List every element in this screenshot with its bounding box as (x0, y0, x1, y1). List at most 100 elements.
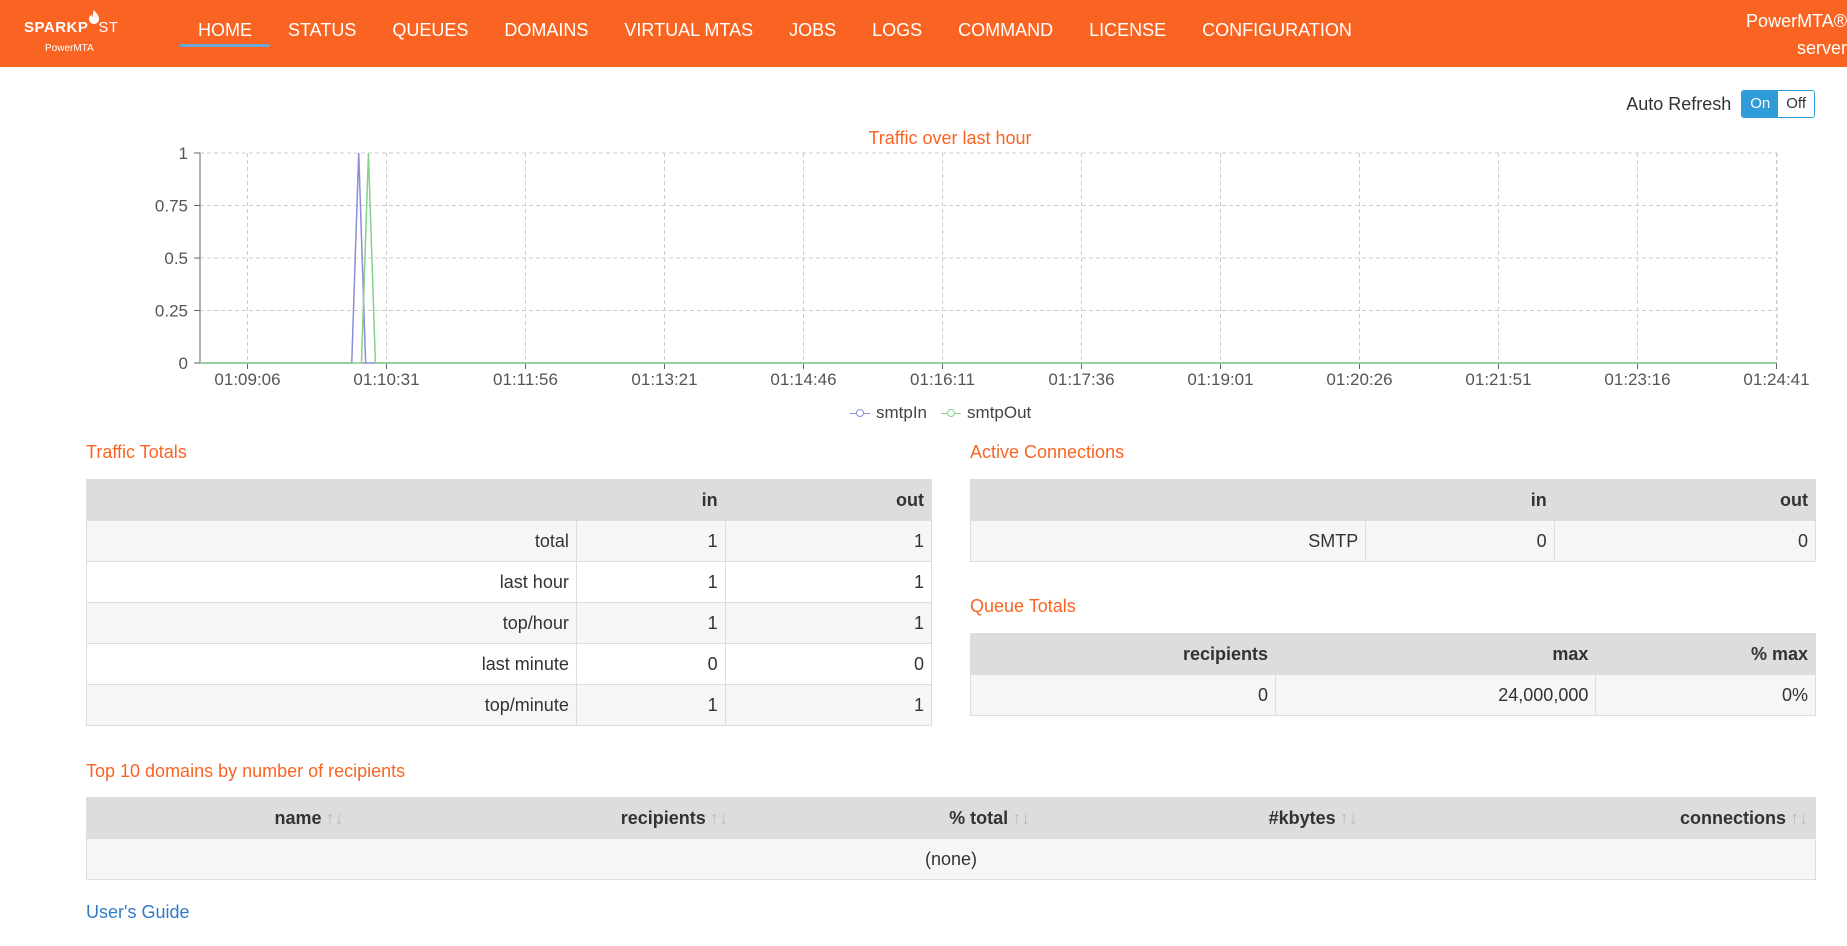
table-cell: top/minute (86, 684, 577, 726)
sort-icon[interactable]: ↑↓ (1790, 808, 1808, 828)
column-header-label: in (701, 489, 718, 510)
queue-totals-title: Queue Totals (970, 596, 1076, 616)
table-cell: 0% (1595, 674, 1816, 716)
table-row: 0 24,000,000 0% (970, 674, 1816, 716)
x-tick-label: 01:20:26 (1326, 370, 1392, 389)
product-name: PowerMTA® (1746, 11, 1847, 31)
table-cell: 0 (1553, 520, 1817, 562)
column-header: in (1365, 479, 1555, 521)
column-header[interactable]: connections ↑↓ (1364, 797, 1817, 839)
server-name: server (1796, 38, 1847, 58)
x-tick-label: 01:24:41 (1743, 370, 1809, 389)
top-domains-title: Top 10 domains by number of recipients (86, 761, 406, 781)
x-tick-label: 01:09:06 (214, 370, 280, 389)
column-header-label: % total (949, 807, 1009, 828)
nav-item-virtual-mtas[interactable]: VIRTUAL MTAS (606, 0, 771, 67)
column-header-label: out (896, 489, 924, 510)
table-cell: 0 (724, 643, 933, 685)
legend-item-smtpIn[interactable]: smtpIn (850, 403, 927, 423)
sort-icon[interactable]: ↑↓ (326, 808, 344, 828)
x-tick-label: 01:19:01 (1187, 370, 1253, 389)
table-cell: 1 (724, 684, 933, 726)
legend-item-smtpOut[interactable]: smtpOut (941, 403, 1031, 423)
auto-refresh-off-button[interactable]: Off (1778, 91, 1814, 117)
legend-swatch-icon (850, 408, 870, 418)
logo-wordmark: SPARKP ST (24, 19, 119, 36)
column-header: out (1553, 479, 1817, 521)
nav-item-logs[interactable]: LOGS (854, 0, 940, 67)
empty-message: (none) (86, 838, 1816, 880)
x-tick-label: 01:23:16 (1604, 370, 1670, 389)
column-header-label: % max (1750, 643, 1808, 664)
table-cell: 1 (575, 684, 726, 726)
main-nav: HOME STATUS QUEUES DOMAINS VIRTUAL MTAS JOBS L… (180, 0, 1370, 67)
column-header[interactable]: name ↑↓ (86, 797, 352, 839)
traffic-chart-plot: 00.250.50.75101:09:06 01:10:31 01:11:56 01:… (155, 144, 1810, 389)
nav-item-status[interactable]: STATUS (270, 0, 374, 67)
sort-icon[interactable]: ↑↓ (710, 808, 728, 828)
users-guide-link[interactable]: User's Guide (86, 902, 189, 923)
column-header: out (724, 479, 933, 521)
column-header (86, 479, 577, 521)
nav-item-configuration[interactable]: CONFIGURATION (1184, 0, 1370, 67)
sort-icon[interactable]: ↑↓ (1340, 808, 1358, 828)
table-cell: last minute (86, 643, 577, 685)
table-row: (none) (86, 838, 1816, 880)
server-info: PowerMTA® server (1746, 8, 1847, 62)
top-domains-table: name ↑↓ recipients ↑↓% total ↑↓ #kbytes ↑↓ conn… (86, 797, 1817, 880)
column-header[interactable]: recipients ↑↓ (350, 797, 736, 839)
y-tick-label: 0.75 (155, 197, 188, 216)
column-header (969, 479, 1367, 521)
x-tick-label: 01:17:36 (1048, 370, 1114, 389)
x-tick-label: 01:21:51 (1465, 370, 1531, 389)
legend-label: smtpIn (876, 403, 928, 422)
x-tick-label: 01:13:21 (631, 370, 697, 389)
logo-subtitle: PowerMTA (45, 43, 94, 54)
sparkpost-logo[interactable]: SPARKP ST PowerMTA (24, 10, 124, 58)
queue-totals-table: recipients max % max 0 24,000,000 0% (970, 633, 1816, 716)
table-cell: 0 (1365, 520, 1555, 562)
table-cell: 1 (724, 561, 933, 603)
nav-item-command[interactable]: COMMAND (940, 0, 1071, 67)
table-cell: 0 (575, 643, 726, 685)
column-header: max (1274, 633, 1597, 675)
table-row: SMTP 0 0 (969, 520, 1817, 562)
auto-refresh-toggle[interactable]: On Off (1741, 90, 1815, 118)
column-header-label: connections (1679, 807, 1786, 828)
nav-item-jobs[interactable]: JOBS (771, 0, 854, 67)
x-tick-label: 01:10:31 (353, 370, 419, 389)
sort-icon[interactable]: ↑↓ (1012, 808, 1030, 828)
x-tick-label: 01:16:11 (910, 370, 975, 389)
table-row: top/minute 1 1 (86, 684, 933, 726)
column-header-label: recipients (1182, 643, 1268, 664)
table-cell: 1 (575, 561, 726, 603)
table-row: last hour 1 1 (86, 561, 933, 603)
y-tick-label: 0.25 (155, 302, 188, 321)
nav-item-license[interactable]: LICENSE (1071, 0, 1184, 67)
chart-legend: smtpIn smtpOut (850, 403, 1045, 423)
table-cell: 1 (724, 602, 933, 644)
column-header-label: out (1780, 489, 1808, 510)
column-header-label: in (1530, 489, 1547, 510)
column-header: % max (1595, 633, 1816, 675)
legend-label: smtpOut (967, 403, 1032, 422)
legend-swatch-icon (941, 408, 962, 418)
table-cell: 0 (970, 674, 1276, 716)
auto-refresh-on-button[interactable]: On (1742, 91, 1779, 117)
chart-title: Traffic over last hour (868, 128, 1032, 148)
y-tick-label: 0.5 (164, 249, 188, 268)
traffic-totals-table: in out total 1 1 last hour 1 1 top/hour 1 1 last mi… (86, 479, 933, 726)
column-header-label: recipients (620, 807, 706, 828)
table-cell: 24,000,000 (1274, 674, 1597, 716)
traffic-totals-title: Traffic Totals (86, 442, 187, 462)
column-header-label: max (1552, 643, 1589, 664)
nav-item-home[interactable]: HOME (180, 0, 270, 67)
table-cell: last hour (86, 561, 577, 603)
auto-refresh-label: Auto Refresh (1626, 93, 1732, 114)
x-tick-label: 01:11:56 (493, 370, 558, 389)
column-header[interactable]: #kbytes ↑↓ (1037, 797, 1366, 839)
nav-item-domains[interactable]: DOMAINS (486, 0, 606, 67)
active-connections-title: Active Connections (970, 442, 1125, 462)
nav-item-queues[interactable]: QUEUES (374, 0, 486, 67)
column-header[interactable]: % total ↑↓ (734, 797, 1039, 839)
